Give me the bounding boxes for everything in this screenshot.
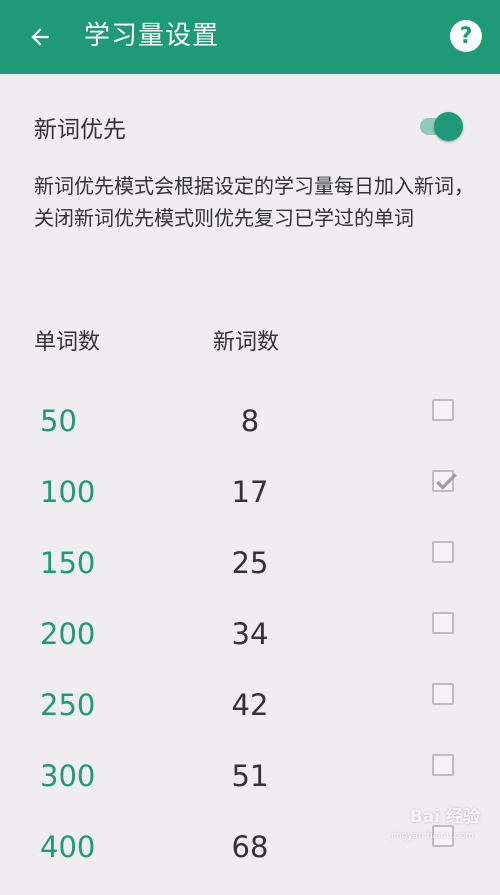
- column-header-words: 单词数: [34, 330, 101, 355]
- new-word-count: 17: [231, 475, 269, 509]
- list-item[interactable]: 150 25: [0, 540, 500, 611]
- new-word-count: 34: [231, 617, 269, 651]
- word-count: 150: [40, 546, 96, 580]
- selection-checkbox[interactable]: [432, 541, 454, 563]
- selection-checkbox[interactable]: [432, 754, 454, 776]
- new-word-count: 68: [231, 830, 269, 864]
- help-button[interactable]: ?: [450, 20, 482, 52]
- word-count: 250: [40, 688, 96, 722]
- arrow-left-icon: [31, 28, 49, 46]
- word-count: 400: [40, 830, 96, 864]
- word-count: 50: [40, 404, 77, 438]
- selection-checkbox[interactable]: [432, 612, 454, 634]
- new-word-priority-description: 新词优先模式会根据设定的学习量每日加入新词，关闭新词优先模式则优先复习已学过的单…: [34, 174, 474, 230]
- watermark-url: jingyan.baidu.com: [390, 831, 474, 841]
- new-word-count: 25: [231, 546, 269, 580]
- new-word-count: 8: [240, 404, 260, 438]
- selection-checkbox[interactable]: [432, 470, 457, 492]
- list-item[interactable]: 250 42: [0, 682, 500, 753]
- new-word-priority-label: 新词优先: [34, 117, 126, 143]
- checkmark-icon: [436, 473, 457, 490]
- word-count: 300: [40, 759, 96, 793]
- selection-checkbox[interactable]: [432, 683, 454, 705]
- selection-checkbox[interactable]: [432, 399, 454, 421]
- app-bar: 学习量设置 ?: [0, 0, 500, 74]
- list-item[interactable]: 100 17: [0, 469, 500, 540]
- list-item[interactable]: 50 8: [0, 398, 500, 469]
- page-title: 学习量设置: [84, 21, 220, 51]
- column-header-new-words: 新词数: [213, 330, 280, 355]
- new-word-count: 42: [231, 688, 269, 722]
- word-count: 200: [40, 617, 96, 651]
- back-button[interactable]: [20, 17, 60, 57]
- new-word-priority-toggle[interactable]: [418, 111, 464, 141]
- toggle-thumb: [434, 112, 463, 141]
- help-circle-icon: ?: [459, 23, 473, 49]
- word-count: 100: [40, 475, 96, 509]
- new-word-count: 51: [231, 759, 269, 793]
- watermark-logo: Bai 经验: [409, 807, 480, 827]
- list-item[interactable]: 200 34: [0, 611, 500, 682]
